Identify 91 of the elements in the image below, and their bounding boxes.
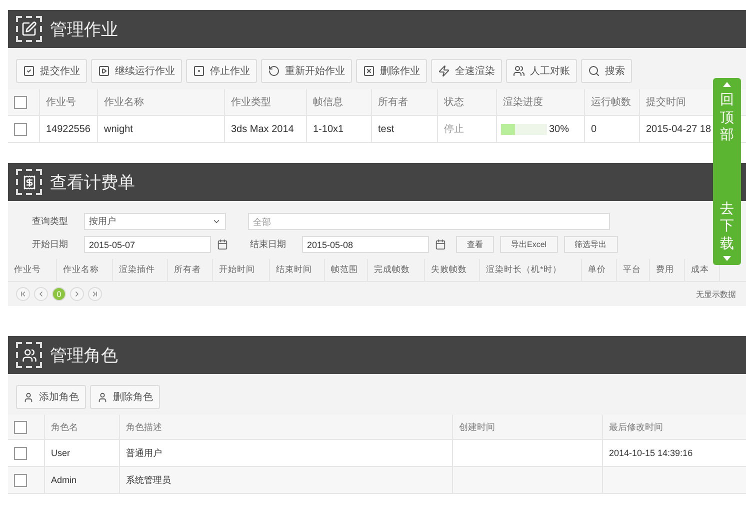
table-cell: Admin — [51, 475, 77, 485]
toolbar-button[interactable]: 全速渲染 — [431, 59, 502, 83]
column-header: 作业类型 — [225, 89, 307, 115]
action-button[interactable]: 导出Excel — [500, 236, 558, 253]
field-label: 查询类型 — [32, 215, 69, 228]
column-header: 渲染时长（机*时） — [480, 259, 582, 281]
chevron-icon — [73, 290, 81, 298]
column-header: 渲染插件 — [113, 259, 168, 281]
toolbar-button[interactable]: 提交作业 — [16, 59, 87, 83]
toolbar-button[interactable]: 删除作业 — [356, 59, 427, 83]
action-button[interactable]: 查看 — [456, 236, 494, 253]
toolbar-icon — [268, 65, 280, 77]
table-cell: test — [372, 116, 438, 142]
chevron-icon — [37, 290, 45, 298]
table-cell: 14922556 — [40, 116, 98, 142]
search-icon — [588, 65, 600, 77]
table-cell: 停止 — [438, 116, 497, 142]
table-cell: 系统管理员 — [126, 474, 171, 486]
column-header: 结束时间 — [270, 259, 325, 281]
column-header: 单价 — [582, 259, 617, 281]
pager-button[interactable] — [88, 287, 102, 301]
table-cell: 普通用户 — [126, 446, 162, 460]
checkbox[interactable] — [14, 420, 27, 434]
progress-text: 30% — [549, 124, 570, 134]
scope-field[interactable]: 全部 — [248, 213, 610, 230]
panel-title: 管理作业 — [50, 18, 118, 40]
calendar-icon[interactable] — [435, 239, 446, 250]
column-header: 所有者 — [168, 259, 213, 281]
calendar-icon[interactable] — [217, 239, 228, 250]
users-icon — [16, 342, 42, 368]
table-cell: 1-10x1 — [307, 116, 372, 142]
checkbox[interactable] — [14, 474, 27, 486]
column-header: 失败帧数 — [425, 259, 480, 281]
toolbar-icon — [438, 65, 450, 77]
toolbar-button[interactable]: 添加角色 — [16, 385, 86, 409]
date-field[interactable]: 2015-05-07 — [84, 236, 211, 253]
date-field[interactable]: 2015-05-08 — [302, 236, 429, 253]
field-label: 结束日期 — [250, 238, 287, 251]
panel-title: 管理角色 — [50, 344, 118, 366]
query-type-select[interactable]: 按用户 — [84, 213, 226, 230]
toolbar-button[interactable]: 人工对账 — [506, 59, 577, 83]
table-cell: 0 — [585, 116, 640, 142]
toolbar-button[interactable]: 重新开始作业 — [261, 59, 352, 83]
field-label: 开始日期 — [32, 238, 69, 251]
column-header: 创建时间 — [453, 415, 603, 439]
table-cell: wnight — [98, 116, 225, 142]
toolbar-button[interactable]: 继续运行作业 — [91, 59, 182, 83]
column-header: 作业号 — [40, 89, 98, 115]
toolbar-icon — [513, 65, 525, 77]
column-header: 角色名 — [45, 415, 120, 439]
column-header: 帧范围 — [325, 259, 368, 281]
toolbar-button[interactable]: 删除角色 — [90, 385, 160, 409]
column-header: 开始时间 — [213, 259, 270, 281]
user-icon — [23, 392, 34, 402]
pager-button[interactable] — [70, 287, 84, 301]
table-cell: User — [51, 448, 70, 458]
checkbox[interactable] — [14, 122, 27, 136]
column-header: 最后修改时间 — [603, 415, 746, 439]
toolbar-button[interactable]: 停止作业 — [186, 59, 257, 83]
edit-icon — [16, 16, 42, 42]
checkbox[interactable] — [14, 446, 27, 460]
pager-button[interactable] — [16, 287, 30, 301]
table-cell: 2014-10-15 14:39:16 — [609, 448, 693, 458]
receipt-icon — [16, 169, 42, 195]
toolbar-icon — [363, 65, 375, 77]
toolbar-icon — [23, 65, 35, 77]
skip-icon — [19, 290, 27, 298]
toolbar-button[interactable]: 搜索 — [581, 59, 632, 83]
table-cell: 3ds Max 2014 — [225, 116, 307, 142]
column-header: 状态 — [438, 89, 497, 115]
column-header: 平台 — [617, 259, 650, 281]
pager-button[interactable] — [34, 287, 48, 301]
column-header: 作业名称 — [98, 89, 225, 115]
action-button[interactable]: 筛选导出 — [564, 236, 618, 253]
empty-note: 无显示数据 — [696, 288, 736, 300]
column-header: 费用 — [650, 259, 685, 281]
column-header: 完成帧数 — [368, 259, 425, 281]
skip-icon — [91, 290, 99, 298]
user-icon — [97, 392, 108, 402]
column-header: 角色描述 — [120, 415, 453, 439]
column-header: 运行帧数 — [585, 89, 640, 115]
column-header: 渲染进度 — [497, 89, 585, 115]
column-header: 帧信息 — [307, 89, 372, 115]
column-header: 所有者 — [372, 89, 438, 115]
column-header: 作业号 — [8, 259, 57, 281]
column-header: 作业名称 — [57, 259, 113, 281]
checkbox[interactable] — [14, 96, 27, 108]
caret-icon — [212, 217, 221, 226]
panel-title: 查看计费单 — [50, 172, 135, 194]
toolbar-icon — [98, 65, 110, 77]
toolbar-icon — [193, 65, 205, 77]
